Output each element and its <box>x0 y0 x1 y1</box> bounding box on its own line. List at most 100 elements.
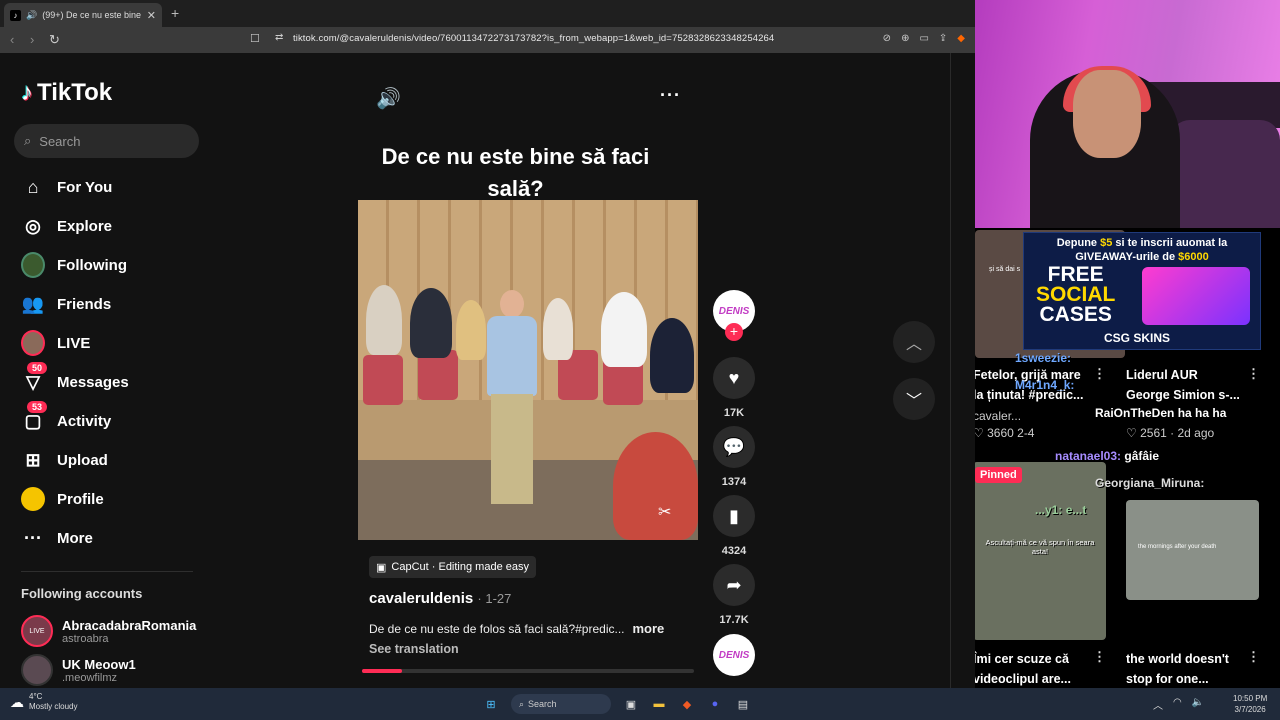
cast-icon[interactable]: ▭ <box>919 33 928 44</box>
creator-avatar[interactable]: DENIS + <box>712 290 756 341</box>
nav-explore[interactable]: ◎ Explore <box>21 211 201 241</box>
brave-icon[interactable]: ◆ <box>679 696 695 712</box>
related-video-title[interactable]: Liderul AUR George Simion s-... <box>1126 365 1240 405</box>
related-video-title[interactable]: the world doesn't stop for one... <box>1126 649 1229 688</box>
site-info-icon[interactable]: ⇄ <box>275 32 283 43</box>
search-input[interactable]: ⌕ Search <box>14 124 199 158</box>
nav-live[interactable]: LIVE <box>21 328 201 358</box>
reload-icon[interactable]: ↻ <box>49 32 60 48</box>
nav-for-you[interactable]: ⌂ For You <box>21 172 201 202</box>
more-options-icon[interactable]: ··· <box>660 85 681 106</box>
video-author[interactable]: cavaleruldenis · 1-27 <box>369 590 511 607</box>
video-progress-bar[interactable] <box>362 669 694 673</box>
video-player[interactable]: ✂ <box>358 200 698 540</box>
comment-button[interactable]: 💬 1374 <box>712 426 756 488</box>
capcut-icon: ▣ <box>376 561 387 574</box>
tiktok-favicon-icon: ♪ <box>10 9 21 21</box>
back-icon[interactable]: ‹ <box>10 32 14 47</box>
system-tray: ︿ ◠ 🔈 <box>1153 697 1204 712</box>
nav-more[interactable]: ··· More <box>21 523 201 553</box>
tiktok-logo[interactable]: ♪ TikTok <box>21 79 112 107</box>
capcut-pill[interactable]: ▣ CapCut · Editing made easy <box>369 556 536 578</box>
messages-badge: 50 <box>27 362 48 374</box>
chevron-down-icon: ﹀ <box>905 393 922 410</box>
weather-widget[interactable]: ☁ 4°C Mostly cloudy <box>10 692 77 712</box>
csg-logo: CSG SKINS <box>1104 331 1171 345</box>
chat-message: RaiOnTheDen ha ha ha <box>1095 406 1227 420</box>
account-name: UK Meoow1 <box>62 656 136 672</box>
following-accounts-title: Following accounts <box>21 586 143 601</box>
tiktok-note-icon: ♪ <box>21 79 33 106</box>
following-account[interactable]: LIVE AbracadabraRomania astroabra <box>21 615 196 647</box>
discord-icon[interactable]: ● <box>707 696 723 712</box>
new-tab-icon[interactable]: + <box>171 5 179 21</box>
audience-member <box>613 432 698 540</box>
close-tab-icon[interactable]: ✕ <box>147 9 156 22</box>
music-avatar[interactable]: DENIS <box>712 634 756 676</box>
avatar <box>21 654 53 686</box>
video-title: De ce nu este bine să faci sală? <box>381 144 650 201</box>
share-arrow-icon: ➦ <box>713 564 755 606</box>
forward-icon[interactable]: › <box>30 32 34 47</box>
prev-video-button[interactable]: ︿ <box>893 321 935 363</box>
activity-icon: ▢ 53 <box>21 401 48 433</box>
zoom-icon[interactable]: ⊕ <box>901 33 909 44</box>
app-icon[interactable]: ▤ <box>735 696 751 712</box>
tiktok-page: ♪ TikTok ⌕ Search ⌂ For You ◎ Explore Fo… <box>0 53 975 688</box>
address-bar[interactable]: tiktok.com/@cavaleruldenis/video/7600113… <box>293 33 774 44</box>
live-avatar-icon <box>21 330 45 356</box>
following-account[interactable]: UK Meoow1 .meowfilmz <box>21 654 136 686</box>
chat-message: 1sweezie: <box>1015 351 1072 365</box>
share-icon[interactable]: ⇪ <box>939 33 947 44</box>
volume-icon[interactable]: 🔈 <box>1192 697 1204 712</box>
file-explorer-icon[interactable]: ▬ <box>651 696 667 712</box>
more-link[interactable]: more <box>633 621 665 636</box>
related-video-thumb[interactable]: the mornings after your death <box>1126 500 1259 600</box>
bookmark-icon[interactable]: ☐ <box>250 32 260 45</box>
save-button[interactable]: ▮ 4324 <box>712 495 756 557</box>
pinned-badge: Pinned <box>975 467 1022 483</box>
browser-tab[interactable]: ♪ 🔊 (99+) De ce nu este bine să fa ✕ <box>4 3 162 27</box>
kebab-menu-icon[interactable]: ⋮ <box>1247 649 1260 665</box>
comment-icon: 💬 <box>713 426 755 468</box>
nav-upload[interactable]: ⊞ Upload <box>21 445 201 475</box>
nav-friends[interactable]: 👥 Friends <box>21 289 201 319</box>
giveaway-ad-banner: Depune $5 si te inscrii auomat la GIVEAWA… <box>1023 232 1261 350</box>
chevron-up-icon: ︿ <box>905 336 922 353</box>
clock[interactable]: 10:50 PM 3/7/2026 <box>1233 693 1267 715</box>
audience-member <box>366 285 402 355</box>
audience-member <box>650 318 694 393</box>
taskbar-search[interactable]: ⌕ Search <box>511 694 611 714</box>
nav-following[interactable]: Following <box>21 250 201 280</box>
upload-icon: ⊞ <box>25 449 41 470</box>
volume-icon[interactable]: 🔊 <box>376 86 401 111</box>
nav-profile[interactable]: Profile <box>21 484 201 514</box>
tracking-icon[interactable]: ⊘ <box>883 33 891 44</box>
related-video-author: cavaler... <box>975 409 1022 423</box>
next-video-button[interactable]: ﹀ <box>893 378 935 420</box>
kebab-menu-icon[interactable]: ⋮ <box>1093 649 1106 665</box>
brave-shield-icon[interactable]: ◆ <box>957 33 965 44</box>
sidebar-divider <box>21 571 193 572</box>
account-handle: astroabra <box>62 632 109 645</box>
kebab-menu-icon[interactable]: ⋮ <box>1093 366 1106 382</box>
nav-messages[interactable]: ▽ 50 Messages <box>21 362 201 397</box>
task-view-icon[interactable]: ▣ <box>623 696 639 712</box>
share-button[interactable]: ➦ 17.7K <box>712 564 756 626</box>
chat-message: Georgiana_Miruna: <box>1095 476 1205 490</box>
avatar: LIVE <box>21 615 53 647</box>
see-translation-link[interactable]: See translation <box>369 642 459 656</box>
follow-plus-icon[interactable]: + <box>725 323 743 341</box>
like-button[interactable]: ♥ 17K <box>712 357 756 419</box>
nav-activity[interactable]: ▢ 53 Activity <box>21 401 201 436</box>
related-video-title[interactable]: Îmi cer scuze că videoclipul are... <box>975 649 1071 688</box>
webcam-feed <box>975 0 1280 228</box>
chat-message: M4r1n4_k: <box>1015 378 1075 392</box>
kebab-menu-icon[interactable]: ⋮ <box>1247 366 1260 382</box>
windows-start-icon[interactable]: ⊞ <box>483 696 499 712</box>
account-handle: .meowfilmz <box>62 671 118 684</box>
cloud-icon: ☁ <box>10 693 24 710</box>
tray-chevron-icon[interactable]: ︿ <box>1153 697 1163 712</box>
wifi-icon[interactable]: ◠ <box>1173 697 1182 712</box>
related-video-thumb[interactable]: Ascultați-mă ce vă spun în seara asta! <box>975 462 1106 640</box>
